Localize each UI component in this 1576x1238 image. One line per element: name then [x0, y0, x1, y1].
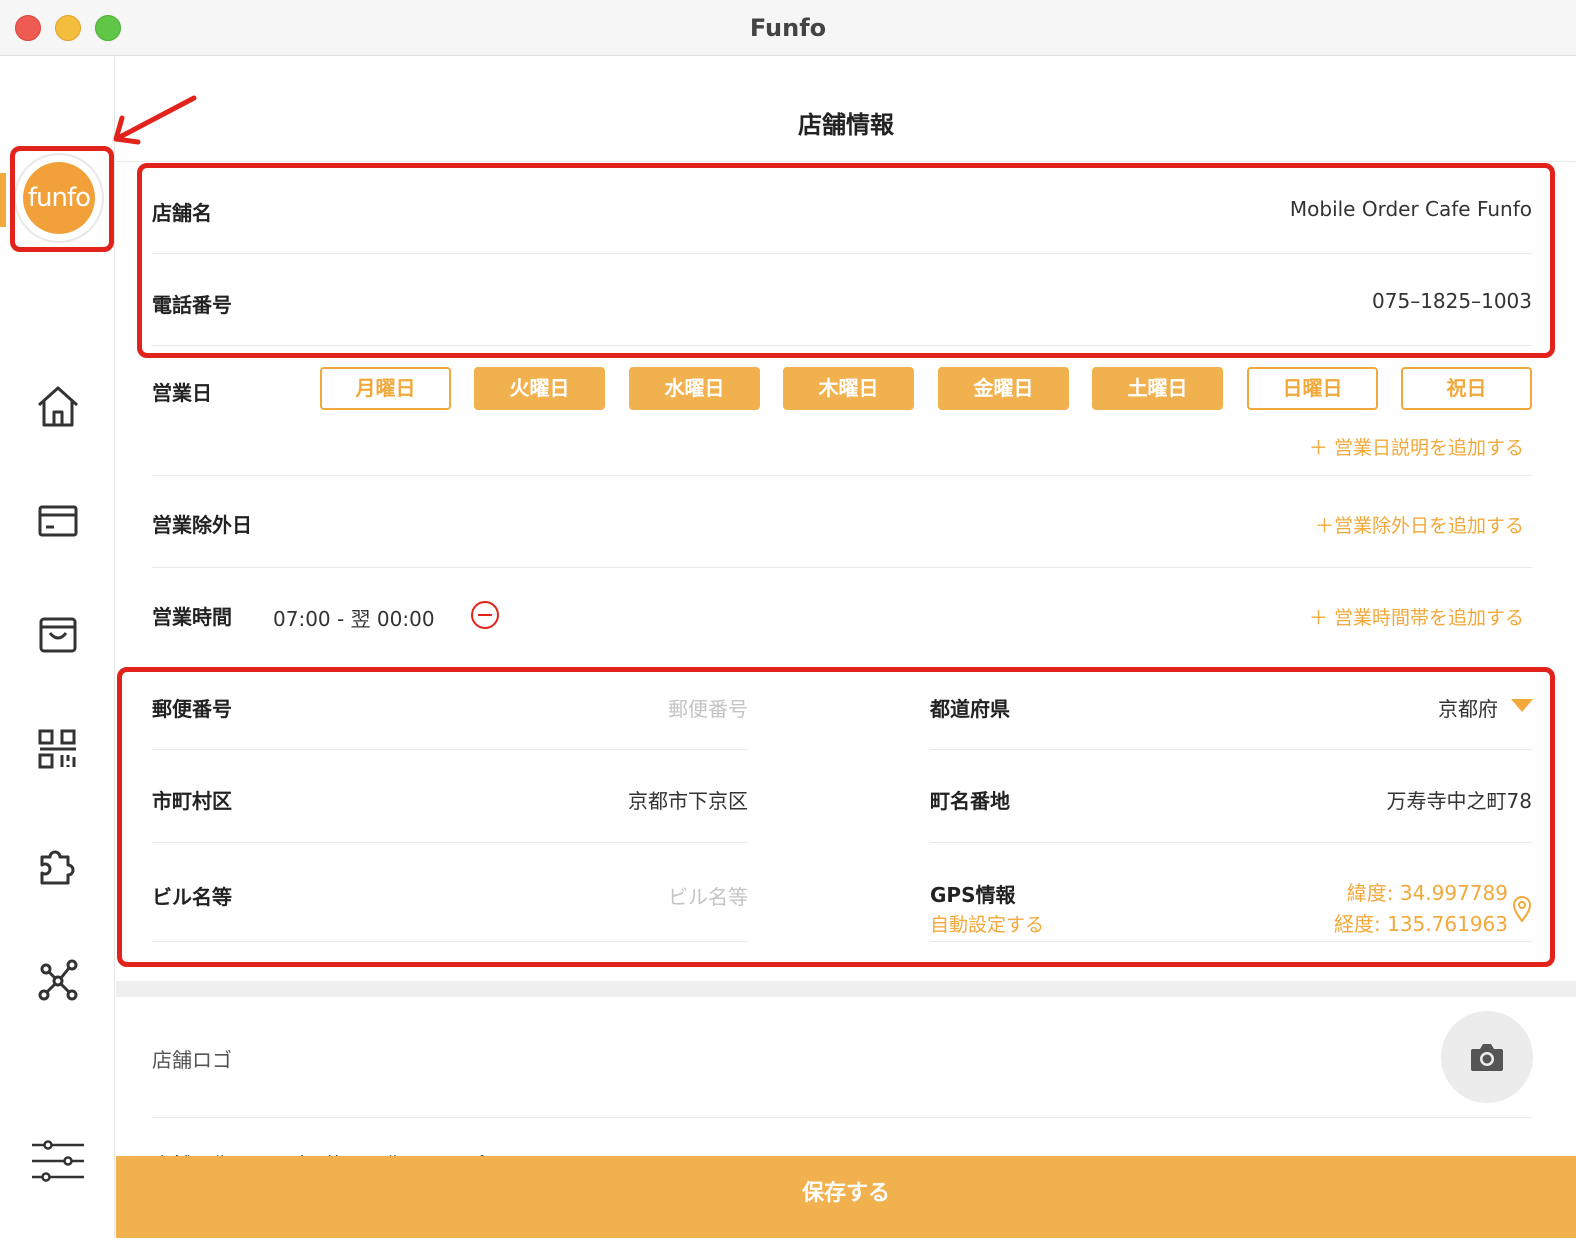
add-business-day-description-link[interactable]: ＋ 営業日説明を追加する [1309, 433, 1524, 460]
prefecture-select[interactable]: 京都府 [1316, 693, 1498, 722]
prefecture-label: 都道府県 [930, 697, 1010, 721]
gps-label: GPS情報 [930, 883, 1016, 907]
day-button-wednesday[interactable]: 水曜日 [629, 367, 760, 410]
store-logo-button[interactable]: funfo [14, 153, 104, 243]
remove-hours-icon[interactable] [470, 600, 500, 630]
sidebar-item-network[interactable] [34, 955, 82, 1003]
building-label: ビル名等 [152, 885, 232, 909]
day-button-saturday[interactable]: 土曜日 [1092, 367, 1223, 410]
postal-code-label: 郵便番号 [152, 697, 232, 721]
chevron-down-icon[interactable] [1511, 699, 1533, 713]
sidebar: funfo [0, 57, 115, 1238]
save-button[interactable]: 保存する [116, 1156, 1576, 1238]
puzzle-icon [40, 850, 75, 885]
main-content: 店舗情報 店舗名 Mobile Order Cafe Funfo 電話番号 07… [116, 57, 1576, 1238]
upload-logo-button[interactable] [1441, 1011, 1533, 1103]
page-title: 店舗情報 [798, 111, 894, 139]
day-button-tuesday[interactable]: 火曜日 [474, 367, 605, 410]
day-button-monday[interactable]: 月曜日 [320, 367, 451, 410]
latitude-value: 緯度: 34.997789 [1346, 881, 1508, 905]
settings-sliders-icon [32, 1140, 84, 1182]
sidebar-item-plugins[interactable] [34, 841, 82, 889]
bag-icon [39, 617, 77, 653]
sidebar-item-qr[interactable] [34, 725, 82, 773]
network-icon [38, 959, 78, 1001]
add-excluded-day-link[interactable]: ＋営業除外日を追加する [1315, 511, 1524, 538]
business-hours-label: 営業時間 [152, 605, 232, 629]
street-label: 町名番地 [930, 789, 1010, 813]
store-name-label: 店舗名 [152, 201, 212, 225]
qr-code-icon [38, 729, 76, 769]
store-logo-label: 店舗ロゴ [152, 1048, 232, 1072]
location-pin-icon[interactable] [1512, 895, 1532, 923]
row-divider [930, 749, 1532, 750]
row-divider [152, 567, 1532, 568]
phone-label: 電話番号 [152, 293, 232, 317]
row-divider [152, 749, 748, 750]
title-bar: Funfo [0, 0, 1576, 56]
section-separator [116, 981, 1576, 997]
gps-auto-set-link[interactable]: 自動設定する [930, 910, 1044, 937]
row-divider [152, 842, 748, 843]
phone-field[interactable]: 075–1825–1003 [1372, 289, 1532, 313]
sidebar-item-home[interactable] [34, 383, 82, 431]
city-field[interactable]: 京都市下京区 [536, 785, 748, 814]
row-divider [152, 941, 748, 942]
add-hours-link[interactable]: ＋ 営業時間帯を追加する [1309, 603, 1524, 630]
excluded-days-label: 営業除外日 [152, 513, 252, 537]
store-name-field[interactable]: Mobile Order Cafe Funfo [1290, 197, 1532, 221]
title-divider [116, 161, 1576, 162]
sidebar-item-card[interactable] [34, 497, 82, 545]
row-divider [152, 253, 1532, 254]
day-button-sunday[interactable]: 日曜日 [1247, 367, 1378, 410]
day-button-friday[interactable]: 金曜日 [938, 367, 1069, 410]
longitude-value: 経度: 135.761963 [1334, 912, 1508, 936]
row-divider [152, 345, 1532, 346]
business-days-label: 営業日 [152, 381, 212, 405]
postal-code-input[interactable]: 郵便番号 [536, 693, 748, 722]
card-icon [38, 505, 78, 537]
row-divider [930, 842, 1532, 843]
app-window: Funfo funfo 店舗情報 店舗名 Mobile Order Cafe F… [0, 0, 1576, 1238]
city-label: 市町村区 [152, 789, 232, 813]
window-title: Funfo [749, 14, 827, 42]
row-divider [152, 1117, 1532, 1118]
street-field[interactable]: 万寿寺中之町78 [1266, 785, 1532, 814]
sidebar-item-shop[interactable] [34, 611, 82, 659]
sidebar-active-indicator [0, 173, 6, 227]
camera-icon [1471, 1044, 1503, 1071]
building-input[interactable]: ビル名等 [536, 881, 748, 910]
sidebar-item-settings[interactable] [30, 1137, 86, 1185]
home-icon [37, 386, 79, 427]
day-button-holiday[interactable]: 祝日 [1401, 367, 1532, 410]
row-divider [930, 941, 1532, 942]
business-hours-value[interactable]: 07:00 - 翌 00:00 [273, 603, 435, 632]
day-button-thursday[interactable]: 木曜日 [783, 367, 914, 410]
funfo-logo: funfo [23, 162, 95, 234]
row-divider [152, 475, 1532, 476]
